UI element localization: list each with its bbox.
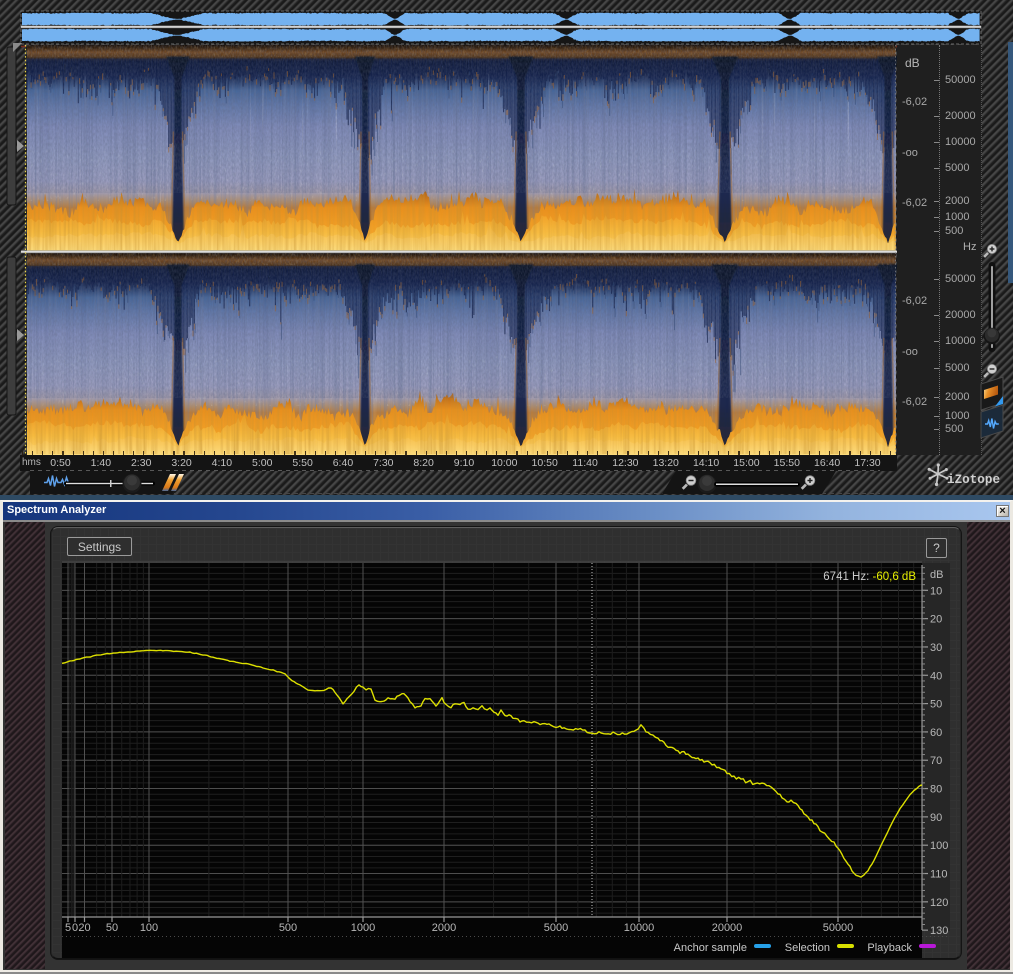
svg-text:0: 0	[72, 922, 78, 934]
svg-text:130: 130	[930, 925, 948, 937]
svg-text:100: 100	[140, 922, 158, 934]
svg-text:70: 70	[930, 755, 942, 767]
svg-text:40: 40	[930, 670, 942, 682]
svg-text:5000: 5000	[544, 922, 568, 934]
svg-text:50000: 50000	[823, 922, 854, 934]
svg-text:20000: 20000	[712, 922, 743, 934]
svg-text:20: 20	[930, 614, 942, 626]
svg-text:Anchor sample: Anchor sample	[674, 942, 747, 954]
svg-text:60: 60	[930, 727, 942, 739]
svg-text:6741 Hz: -60,6 dB: 6741 Hz: -60,6 dB	[823, 571, 916, 583]
svg-text:90: 90	[930, 812, 942, 824]
svg-text:30: 30	[930, 642, 942, 654]
svg-text:1000: 1000	[351, 922, 375, 934]
svg-text:500: 500	[279, 922, 297, 934]
svg-text:2000: 2000	[432, 922, 456, 934]
svg-text:Playback: Playback	[867, 942, 912, 954]
svg-text:50: 50	[930, 699, 942, 711]
svg-text:80: 80	[930, 784, 942, 796]
svg-text:110: 110	[930, 869, 948, 881]
svg-text:100: 100	[930, 840, 948, 852]
svg-text:iZotope: iZotope	[947, 473, 1000, 487]
svg-text:50: 50	[106, 922, 118, 934]
svg-text:120: 120	[930, 897, 948, 909]
svg-text:Selection: Selection	[785, 942, 830, 954]
svg-text:10000: 10000	[624, 922, 655, 934]
svg-text:dB: dB	[930, 569, 943, 581]
svg-text:20: 20	[78, 922, 90, 934]
svg-text:10: 10	[930, 585, 942, 597]
svg-text:5: 5	[65, 922, 71, 934]
